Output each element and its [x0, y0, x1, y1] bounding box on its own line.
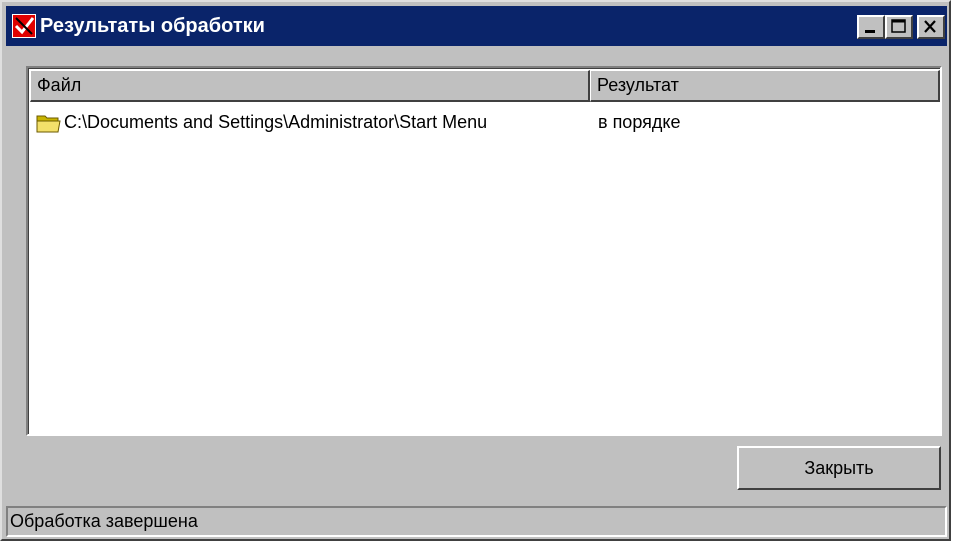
maximize-icon — [891, 19, 906, 33]
file-path: C:\Documents and Settings\Administrator\… — [64, 112, 488, 132]
column-header-file[interactable]: Файл — [30, 70, 590, 102]
results-window: Результаты обработки Файл Результат C:\D… — [0, 0, 951, 541]
window-title: Результаты обработки — [40, 15, 265, 37]
close-window-button[interactable] — [917, 15, 945, 39]
list-item[interactable]: C:\Documents and Settings\Administrator\… — [30, 107, 938, 137]
minimize-button[interactable] — [857, 15, 885, 39]
close-button[interactable]: Закрыть — [737, 446, 941, 490]
close-icon — [924, 20, 936, 33]
status-bar: Обработка завершена — [6, 506, 947, 537]
results-list[interactable]: Файл Результат C:\Documents and Settings… — [26, 66, 942, 436]
result-status: в порядке — [598, 112, 681, 132]
maximize-button[interactable] — [885, 15, 913, 39]
minimize-icon — [865, 30, 875, 33]
list-frame: Файл Результат C:\Documents and Settings… — [28, 68, 940, 434]
folder-icon — [36, 112, 62, 134]
app-icon — [12, 14, 36, 38]
title-bar[interactable]: Результаты обработки — [6, 6, 947, 46]
column-header-result[interactable]: Результат — [590, 70, 940, 102]
